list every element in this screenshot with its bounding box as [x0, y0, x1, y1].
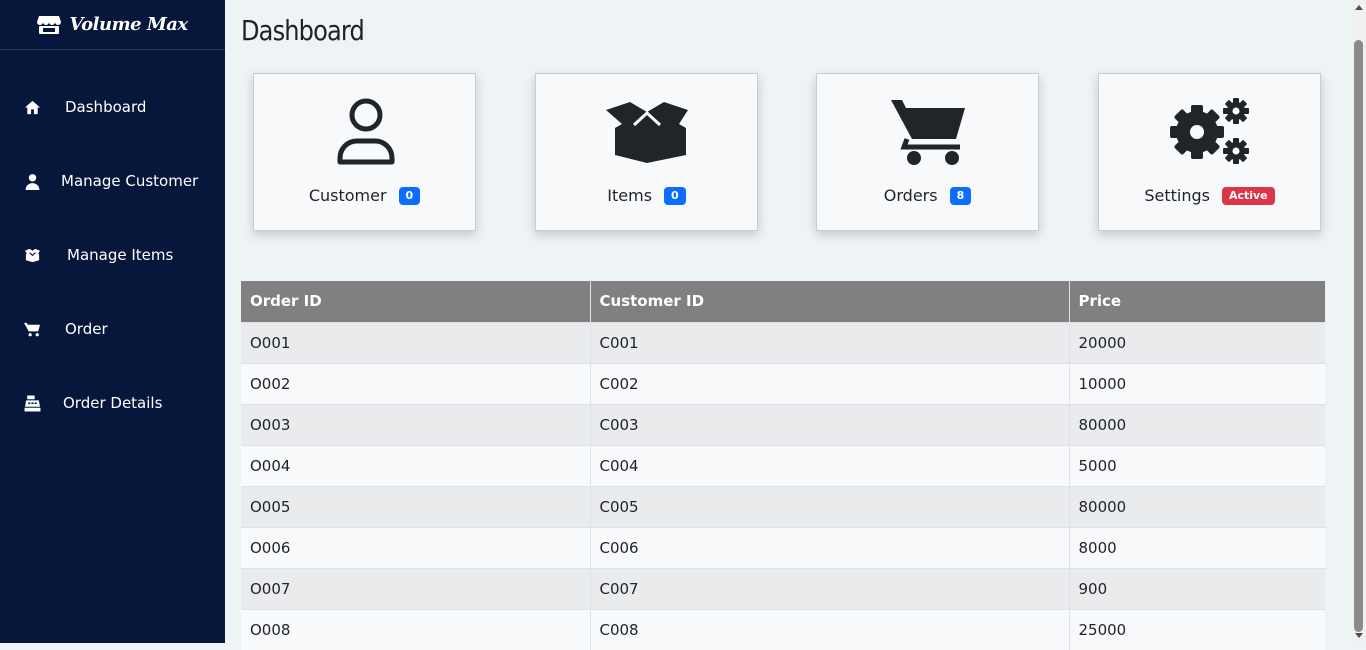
- price-cell: 80000: [1068, 403, 1325, 445]
- card-label: Customer: [308, 186, 387, 205]
- card-orders[interactable]: Orders 8: [816, 73, 1039, 231]
- brand-name: Volume Max: [69, 14, 188, 35]
- status-badge: Active: [1221, 186, 1275, 205]
- sidebar-item-dashboard[interactable]: Dashboard: [0, 87, 225, 127]
- order-id-cell: O008: [241, 608, 590, 650]
- sidebar-item-order[interactable]: Order: [0, 309, 225, 349]
- table-header-row: Order ID Customer ID Price: [241, 281, 1325, 322]
- customer-id-cell: C008: [589, 608, 1069, 650]
- card-items[interactable]: Items 0: [535, 73, 758, 231]
- orders-table: Order ID Customer ID Price O001 C001 200…: [241, 281, 1325, 650]
- order-id-cell: O006: [241, 526, 590, 568]
- customer-id-cell: C002: [589, 362, 1069, 404]
- card-settings[interactable]: Settings Active: [1098, 73, 1321, 231]
- table-row[interactable]: O004 C004 5000: [241, 444, 1325, 486]
- column-header-customer-id[interactable]: Customer ID: [589, 281, 1069, 322]
- order-id-cell: O001: [241, 321, 590, 363]
- price-cell: 80000: [1068, 485, 1325, 527]
- order-id-cell: O007: [241, 567, 590, 609]
- order-id-cell: O003: [241, 403, 590, 445]
- customer-id-cell: C001: [589, 321, 1069, 363]
- order-id-cell: O005: [241, 485, 590, 527]
- table-row[interactable]: O001 C001 20000: [241, 321, 1325, 363]
- customer-id-cell: C005: [589, 485, 1069, 527]
- count-badge: 8: [949, 186, 972, 205]
- scroll-up-arrow-icon[interactable]: [1355, 5, 1363, 10]
- table-row[interactable]: O006 C006 8000: [241, 526, 1325, 568]
- table-row[interactable]: O002 C002 10000: [241, 362, 1325, 404]
- sidebar-item-manage-items[interactable]: Manage Items: [0, 235, 225, 275]
- column-header-order-id[interactable]: Order ID: [241, 281, 590, 322]
- card-caption: Items 0: [536, 186, 757, 205]
- box-open-icon: [24, 248, 41, 262]
- card-label: Items: [607, 186, 653, 205]
- card-label: Settings: [1144, 186, 1210, 205]
- cart-icon: [891, 100, 965, 165]
- sidebar-item-label: Manage Customer: [61, 172, 199, 190]
- sidebar-item-order-details[interactable]: Order Details: [0, 383, 225, 423]
- sidebar-item-label: Dashboard: [65, 98, 147, 116]
- brand[interactable]: Volume Max: [0, 0, 225, 50]
- customer-id-cell: C003: [589, 403, 1069, 445]
- customer-id-cell: C007: [589, 567, 1069, 609]
- page-title: Dashboard: [241, 14, 365, 47]
- card-label: Orders: [883, 186, 938, 205]
- sidebar: Volume Max Dashboard Manage Customer Man…: [0, 0, 225, 643]
- box-open-icon: [606, 102, 688, 163]
- user-icon: [25, 173, 40, 190]
- cart-icon: [24, 322, 41, 336]
- sidebar-item-label: Order: [65, 320, 108, 338]
- sidebar-item-label: Order Details: [63, 394, 163, 412]
- page-scrollbar[interactable]: [1351, 0, 1366, 643]
- price-cell: 10000: [1068, 362, 1325, 404]
- count-badge: 0: [664, 186, 686, 205]
- customer-id-cell: C004: [589, 444, 1069, 486]
- store-icon: [37, 15, 62, 34]
- table-row[interactable]: O008 C008 25000: [241, 608, 1325, 650]
- price-cell: 25000: [1068, 608, 1325, 650]
- table-row[interactable]: O007 C007 900: [241, 567, 1325, 609]
- cash-register-icon: [24, 395, 41, 411]
- column-header-price[interactable]: Price: [1068, 281, 1325, 322]
- customer-id-cell: C006: [589, 526, 1069, 568]
- price-cell: 8000: [1068, 526, 1325, 568]
- price-cell: 20000: [1068, 321, 1325, 363]
- order-id-cell: O004: [241, 444, 590, 486]
- table-row[interactable]: O005 C005 80000: [241, 485, 1325, 527]
- card-caption: Customer 0: [254, 186, 475, 205]
- price-cell: 5000: [1068, 444, 1325, 486]
- gears-icon: [1170, 98, 1249, 164]
- scroll-down-arrow-icon[interactable]: [1355, 633, 1363, 638]
- card-customer[interactable]: Customer 0: [253, 73, 476, 231]
- scrollbar-thumb[interactable]: [1354, 40, 1363, 632]
- card-caption: Orders 8: [817, 186, 1038, 205]
- sidebar-item-label: Manage Items: [67, 246, 174, 264]
- order-id-cell: O002: [241, 362, 590, 404]
- price-cell: 900: [1068, 567, 1325, 609]
- sidebar-item-manage-customer[interactable]: Manage Customer: [0, 161, 225, 201]
- user-outline-icon: [337, 98, 395, 165]
- count-badge: 0: [398, 186, 421, 205]
- home-icon: [24, 100, 41, 114]
- card-caption: Settings Active: [1099, 186, 1320, 205]
- table-row[interactable]: O003 C003 80000: [241, 403, 1325, 445]
